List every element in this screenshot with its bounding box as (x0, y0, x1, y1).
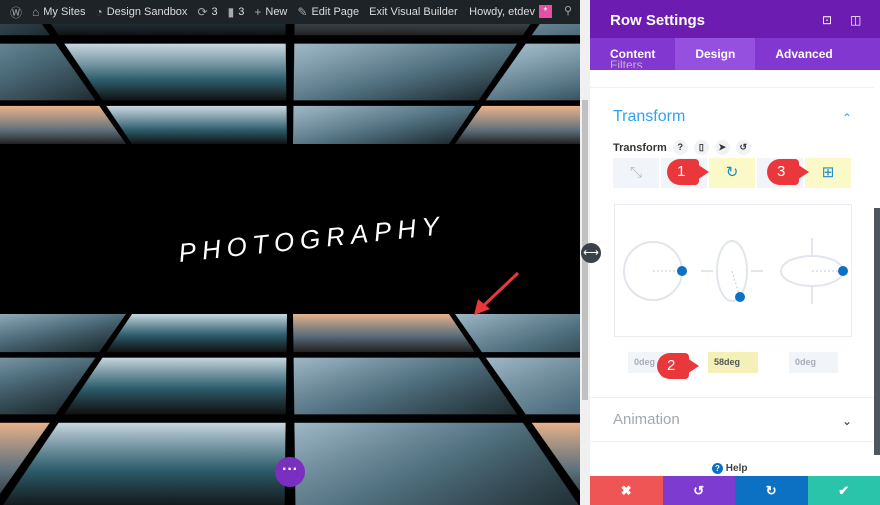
step-marker: 2 (657, 353, 699, 379)
rotation-dials-icon (623, 238, 848, 304)
mobile-icon[interactable]: ▯ (693, 140, 709, 155)
help-link[interactable]: ? Help (712, 463, 747, 474)
annotation-arrow-icon (474, 271, 520, 315)
plus-icon: + (254, 5, 262, 19)
redo-button[interactable]: ↻ (735, 476, 808, 505)
panel-title: Row Settings (610, 12, 706, 29)
fullscreen-icon[interactable]: ⊡ (822, 13, 832, 27)
transform-rotate-button[interactable]: ↻ (709, 158, 755, 188)
account-menu[interactable]: Howdy, etdev * (469, 5, 552, 18)
comments-link[interactable]: ▮ 3 (228, 5, 245, 19)
new-link[interactable]: + New (254, 5, 287, 19)
chevron-down-icon[interactable]: ⌄ (842, 414, 852, 428)
rotate-y-input[interactable]: 58deg (708, 352, 758, 373)
transform-origin-button[interactable]: ⊞ (805, 158, 851, 188)
panel-scrollbar[interactable] (874, 208, 880, 455)
transform-heading[interactable]: Transform (613, 108, 685, 126)
help-icon: ? (712, 463, 723, 474)
dashboard-icon: ◔ (95, 5, 103, 19)
rotate-z-input[interactable]: 0deg (789, 352, 838, 373)
updates-link[interactable]: ⟳ 3 (197, 5, 217, 19)
settings-panel: Row Settings ⊡ ◫ Content Design Advanced … (590, 0, 880, 505)
my-sites-icon: ⌂ (32, 5, 40, 19)
filters-heading[interactable]: Filters (610, 58, 880, 68)
admin-bar: Ⓦ ⌂ My Sites ◔ Design Sandbox ⟳ 3 ▮ 3 + New ✎… (0, 0, 580, 24)
exit-visual-builder-link[interactable]: Exit Visual Builder (369, 6, 457, 18)
cancel-button[interactable]: ✖ (590, 476, 663, 505)
step-marker: 1 (667, 159, 709, 185)
transform-scale-button[interactable]: ⤡ (613, 158, 659, 188)
transform-label-row: Transform ? ▯ ➤ ↺ (613, 140, 751, 155)
pencil-icon: ✎ (297, 5, 308, 19)
more-options-button[interactable]: ··· (275, 457, 305, 487)
site-name-link[interactable]: ◔ Design Sandbox (95, 5, 187, 19)
edit-page-link[interactable]: ✎ Edit Page (297, 5, 359, 19)
help-icon[interactable]: ? (672, 140, 688, 155)
hover-cursor-icon[interactable]: ➤ (714, 140, 730, 155)
reset-icon[interactable]: ↺ (735, 140, 751, 155)
undo-button[interactable]: ↺ (662, 476, 735, 505)
updates-icon: ⟳ (197, 5, 208, 19)
panel-header: Row Settings ⊡ ◫ (590, 0, 880, 38)
animation-heading[interactable]: Animation (613, 411, 680, 428)
rotation-preview[interactable] (614, 204, 852, 337)
comments-icon: ▮ (227, 5, 235, 19)
wordpress-icon: Ⓦ (10, 5, 23, 20)
step-marker: 3 (767, 159, 809, 185)
photo-grid-top (0, 24, 580, 144)
resize-handle-icon[interactable]: ⟷ (581, 243, 601, 263)
my-sites-link[interactable]: ⌂ My Sites (32, 5, 85, 19)
chevron-up-icon[interactable]: ⌃ (842, 111, 852, 125)
save-button[interactable]: ✔ (807, 476, 880, 505)
wordpress-menu[interactable]: Ⓦ (10, 4, 22, 21)
search-icon[interactable]: ⚲ (564, 4, 572, 17)
builder-canvas: PHOTOGRAPHY ··· (0, 24, 580, 505)
sidebar-toggle-icon[interactable]: ◫ (850, 13, 861, 27)
photography-title: PHOTOGRAPHY (177, 210, 447, 268)
avatar: * (539, 5, 552, 18)
